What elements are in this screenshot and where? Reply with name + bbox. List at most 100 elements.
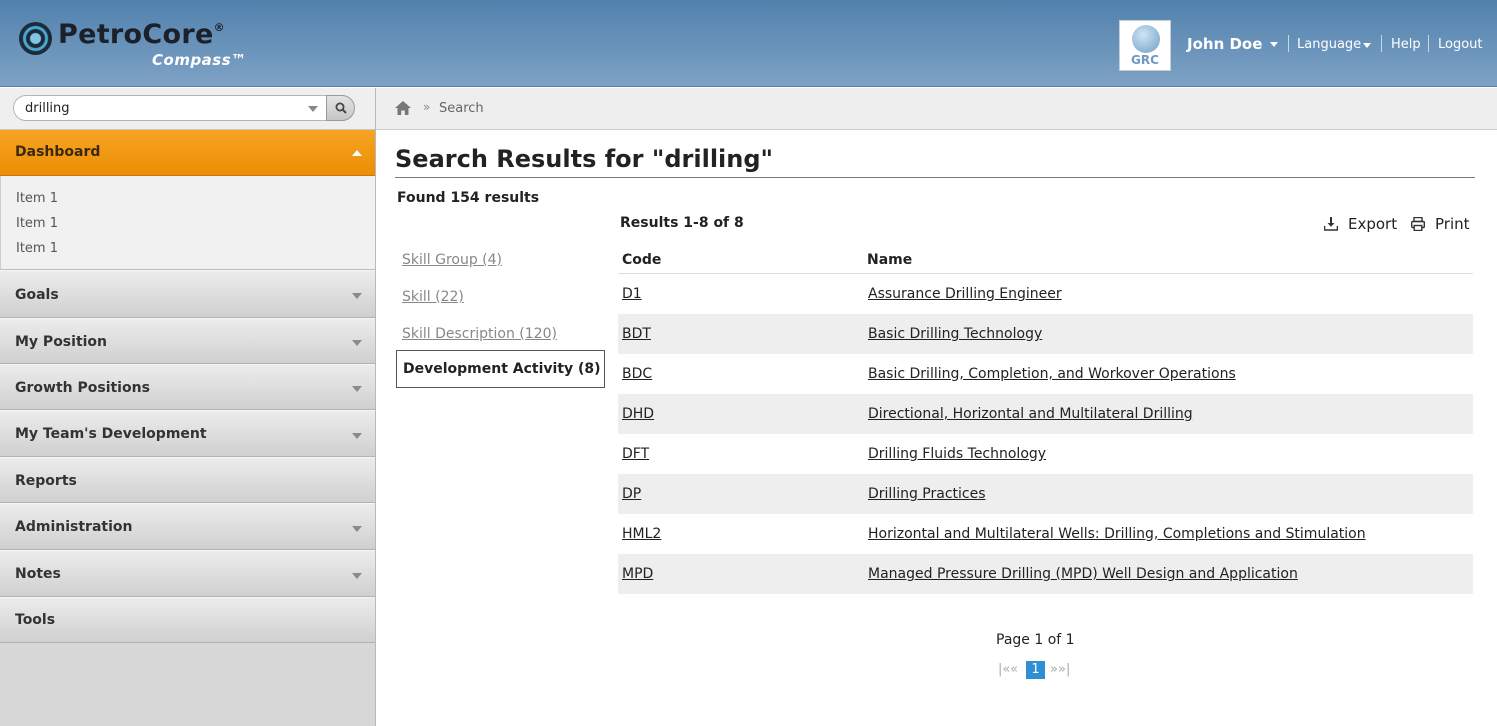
row-name-link[interactable]: Drilling Fluids Technology	[868, 446, 1046, 462]
app-header: PetroCore® Compass™ GRC John Doe Languag…	[0, 0, 1497, 87]
search-button[interactable]	[326, 95, 355, 121]
user-menu[interactable]: John Doe	[1187, 35, 1262, 53]
search-box[interactable]	[13, 95, 327, 121]
row-code-link[interactable]: HML2	[622, 526, 661, 542]
column-header-name[interactable]: Name	[867, 252, 912, 268]
next-page-button[interactable]: »	[1050, 662, 1058, 677]
language-chevron-down-icon[interactable]	[1363, 43, 1371, 48]
header-divider	[1381, 35, 1382, 52]
row-code-link[interactable]: BDT	[622, 326, 651, 342]
page-1-button[interactable]: 1	[1026, 661, 1045, 679]
sidebar-item-growth-positions[interactable]: Growth Positions	[0, 364, 375, 410]
title-divider	[395, 177, 1475, 178]
prev-page-button[interactable]: «	[1010, 662, 1018, 677]
row-code-link[interactable]: DFT	[622, 446, 649, 462]
table-row: MPD Managed Pressure Drilling (MPD) Well…	[618, 554, 1473, 594]
last-page-button[interactable]: »|	[1058, 662, 1070, 677]
sidebar-item-goals[interactable]: Goals	[0, 270, 375, 318]
header-divider	[1428, 35, 1429, 52]
chevron-down-icon	[352, 433, 362, 439]
chevron-up-icon	[352, 150, 362, 156]
facet-skill-group[interactable]: Skill Group (4)	[402, 252, 502, 268]
logo-text: PetroCore	[58, 19, 214, 50]
table-row: D1 Assurance Drilling Engineer	[618, 274, 1473, 314]
logo-mark-icon	[19, 22, 52, 55]
help-link[interactable]: Help	[1391, 37, 1421, 52]
export-label: Export	[1348, 215, 1398, 233]
facet-label: Development Activity (8)	[403, 361, 601, 377]
chevron-down-icon	[352, 573, 362, 579]
sidebar-item-notes[interactable]: Notes	[0, 550, 375, 597]
dashboard-panel: Item 1 Item 1 Item 1	[0, 176, 375, 270]
home-icon[interactable]	[395, 101, 411, 115]
row-name-link[interactable]: Assurance Drilling Engineer	[868, 286, 1062, 302]
logo-subtitle: Compass™	[152, 51, 247, 69]
facet-skill-description[interactable]: Skill Description (120)	[402, 326, 557, 342]
globe-icon	[1132, 25, 1160, 53]
header-divider	[1288, 35, 1289, 52]
row-name-link[interactable]: Horizontal and Multilateral Wells: Drill…	[868, 526, 1366, 542]
sidebar-item-label: Notes	[15, 566, 61, 582]
dashboard-item[interactable]: Item 1	[16, 191, 58, 206]
logout-link[interactable]: Logout	[1438, 37, 1483, 52]
print-label: Print	[1435, 215, 1470, 233]
search-input[interactable]	[25, 101, 295, 116]
language-label: Language	[1297, 37, 1362, 52]
table-row: HML2 Horizontal and Multilateral Wells: …	[618, 514, 1473, 554]
row-name-link[interactable]: Basic Drilling, Completion, and Workover…	[868, 366, 1236, 382]
table-row: DP Drilling Practices	[618, 474, 1473, 514]
sidebar-item-reports[interactable]: Reports	[0, 457, 375, 503]
page-info: Page 1 of 1	[996, 632, 1075, 648]
sidebar-item-label: My Position	[15, 334, 108, 350]
print-button[interactable]: Print	[1411, 215, 1470, 233]
facet-skill[interactable]: Skill (22)	[402, 289, 464, 305]
sidebar-item-my-position[interactable]: My Position	[0, 318, 375, 364]
row-code-link[interactable]: BDC	[622, 366, 652, 382]
row-name-link[interactable]: Basic Drilling Technology	[868, 326, 1042, 342]
row-code-link[interactable]: DHD	[622, 406, 654, 422]
sidebar-item-label: Dashboard	[15, 144, 101, 160]
table-row: BDC Basic Drilling, Completion, and Work…	[618, 354, 1473, 394]
search-dropdown-icon[interactable]	[308, 106, 318, 112]
sidebar-search-area	[0, 88, 375, 130]
table-row: DHD Directional, Horizontal and Multilat…	[618, 394, 1473, 434]
dashboard-item[interactable]: Item 1	[16, 241, 58, 256]
download-icon	[1324, 217, 1338, 231]
breadcrumb-separator: »	[423, 100, 431, 114]
first-page-button[interactable]: |«	[998, 662, 1010, 677]
results-count: Found 154 results	[397, 190, 540, 206]
breadcrumb: » Search	[376, 88, 1497, 130]
sidebar-item-label: Administration	[15, 519, 133, 535]
facet-development-activity[interactable]: Development Activity (8)	[396, 350, 605, 388]
user-name: John Doe	[1187, 35, 1263, 53]
row-code-link[interactable]: D1	[622, 286, 642, 302]
grc-badge-label: GRC	[1131, 53, 1159, 67]
chevron-down-icon	[352, 340, 362, 346]
export-button[interactable]: Export	[1324, 215, 1397, 233]
grc-badge[interactable]: GRC	[1119, 20, 1171, 71]
user-chevron-down-icon[interactable]	[1270, 42, 1278, 47]
language-menu[interactable]: Language	[1297, 37, 1361, 52]
column-header-code[interactable]: Code	[622, 252, 661, 268]
row-name-link[interactable]: Drilling Practices	[868, 486, 986, 502]
results-range: Results 1-8 of 8	[620, 215, 744, 231]
row-code-link[interactable]: DP	[622, 486, 641, 502]
sidebar-item-tools[interactable]: Tools	[0, 597, 375, 643]
sidebar-item-administration[interactable]: Administration	[0, 503, 375, 550]
petrocore-logo[interactable]: PetroCore® Compass™	[19, 19, 279, 70]
row-code-link[interactable]: MPD	[622, 566, 653, 582]
row-name-link[interactable]: Managed Pressure Drilling (MPD) Well Des…	[868, 566, 1298, 582]
dashboard-item[interactable]: Item 1	[16, 216, 58, 231]
sidebar-item-my-teams-development[interactable]: My Team's Development	[0, 410, 375, 457]
table-row: DFT Drilling Fluids Technology	[618, 434, 1473, 474]
row-name-link[interactable]: Directional, Horizontal and Multilateral…	[868, 406, 1193, 422]
table-row: BDT Basic Drilling Technology	[618, 314, 1473, 354]
sidebar-item-dashboard[interactable]: Dashboard	[0, 130, 375, 176]
chevron-down-icon	[352, 386, 362, 392]
sidebar-item-label: Tools	[15, 612, 56, 628]
chevron-down-icon	[352, 293, 362, 299]
sidebar-item-label: Reports	[15, 473, 77, 489]
page-title: Search Results for "drilling"	[395, 145, 774, 173]
sidebar-item-label: Growth Positions	[15, 380, 150, 396]
print-icon	[1411, 217, 1425, 231]
